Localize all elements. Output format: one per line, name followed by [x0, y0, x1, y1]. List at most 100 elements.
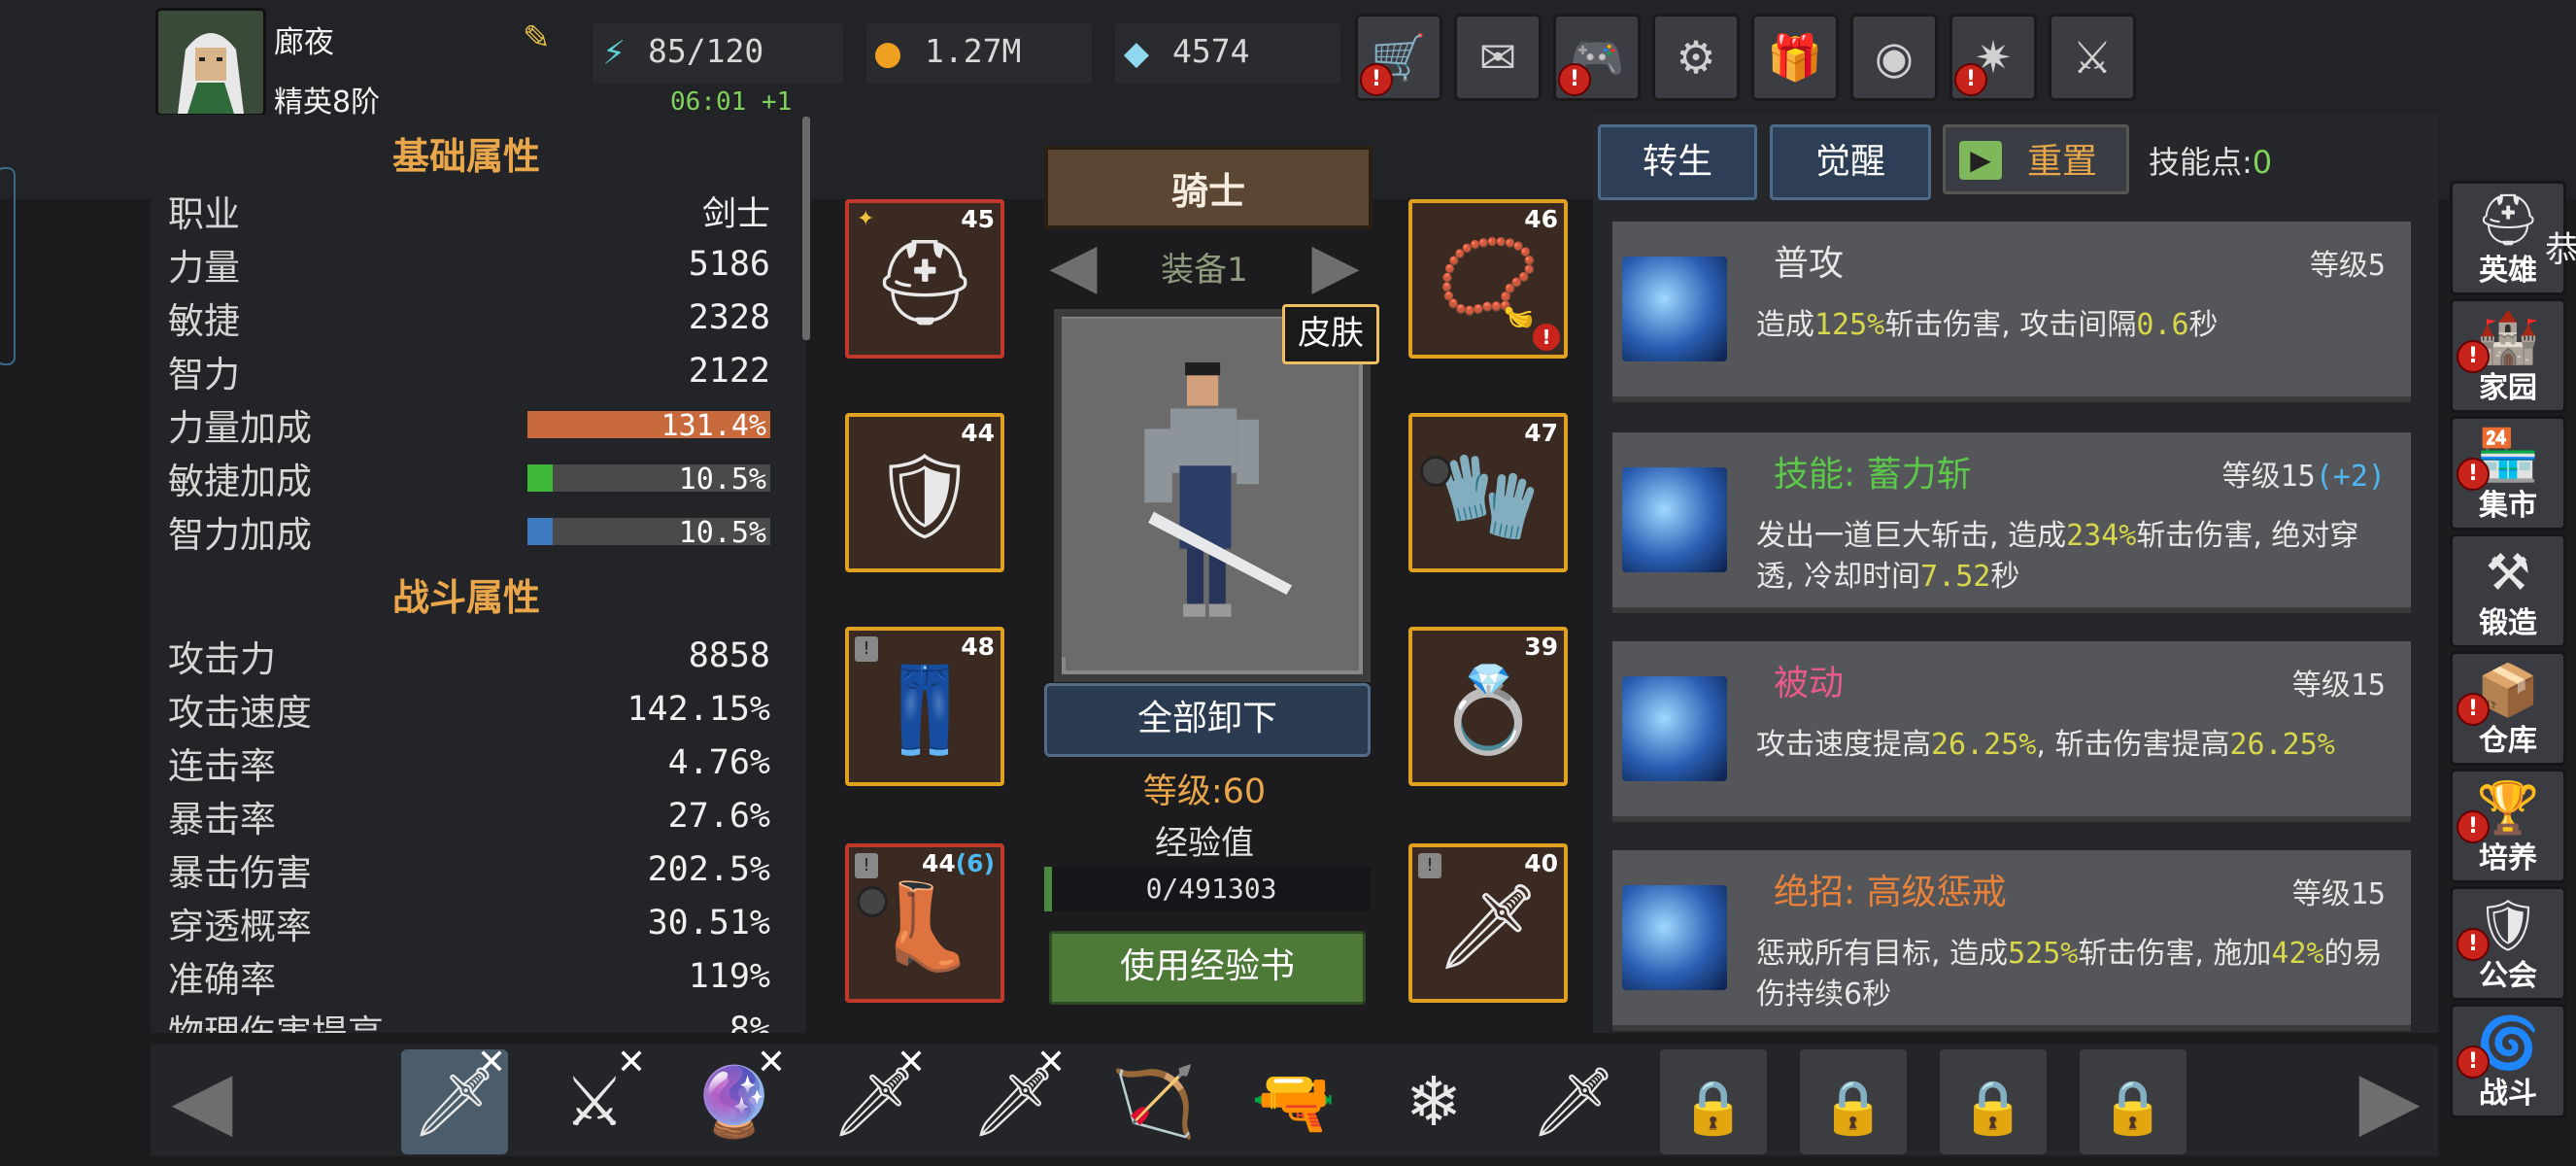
- skill-value: 26.25%: [2229, 728, 2335, 762]
- skill-card[interactable]: 被动 等级15 攻击速度提高26.25%, 斩击伤害提高26.25%: [1612, 641, 2411, 822]
- stat-value: 8%: [729, 1011, 770, 1033]
- skill-icon: [1622, 676, 1727, 781]
- energy-bolt-icon: ⚡: [602, 34, 626, 73]
- attribute-panel[interactable]: 基础属性 战斗属性 职业 剑士 力量 5186 敏捷 2328 智力 2122 力量加成 131.…: [151, 115, 806, 1033]
- roster-hero-mage[interactable]: 🔮 ✕: [681, 1046, 788, 1154]
- attribute-scrollbar[interactable]: [802, 117, 810, 340]
- roster-hero-dark-knight[interactable]: 🗡 ✕: [961, 1046, 1068, 1154]
- equip-slot-sword[interactable]: 🗡 40!: [1408, 843, 1568, 1003]
- equip-slot-ring[interactable]: 💍 39: [1408, 627, 1568, 786]
- roster-hero-assassin[interactable]: 🗡 ✕: [821, 1046, 928, 1154]
- gold-coin-icon: ●: [873, 34, 902, 73]
- equip-slot-helmet[interactable]: ⛑ 45 ✦: [845, 199, 1004, 359]
- roster-hero-ice-sorceress[interactable]: ❄: [1380, 1049, 1487, 1154]
- side-edge-marker: [0, 167, 16, 365]
- mail-button[interactable]: ✉: [1454, 14, 1542, 101]
- equip-level-number: 48: [961, 633, 995, 661]
- stat-row: 敏捷 2328: [168, 292, 770, 344]
- stat-value: 119%: [688, 957, 770, 996]
- stat-label: 力量: [168, 247, 240, 289]
- shop-button[interactable]: 🛒!: [1355, 14, 1442, 101]
- equip-slot-boots[interactable]: 👢 44(6)!: [845, 843, 1004, 1003]
- bonus-bar-fill: [527, 464, 554, 492]
- unequip-all-button[interactable]: 全部卸下: [1044, 683, 1371, 757]
- nav-guild[interactable]: 🛡 公会!: [2450, 886, 2566, 1001]
- equip-slot-gloves[interactable]: 🧤 47: [1408, 413, 1568, 572]
- gift-button[interactable]: 🎁: [1751, 14, 1839, 101]
- equip-slot-armor[interactable]: 🛡 44: [845, 413, 1004, 572]
- rebirth-tab[interactable]: 转生: [1598, 124, 1757, 200]
- roster-hero-locked-4[interactable]: 🔒: [2080, 1049, 2186, 1154]
- player-avatar[interactable]: [155, 8, 266, 117]
- roster-hero-knight[interactable]: 🗡 ✕: [401, 1046, 508, 1154]
- skill-text: 发出一道巨大斩击, 造成: [1756, 519, 2067, 553]
- edit-icon[interactable]: ✎: [523, 19, 559, 56]
- equip-level: 46: [1524, 205, 1558, 233]
- skill-level-text: 等级5: [2309, 249, 2386, 283]
- fireworks-button[interactable]: ✷!: [1949, 14, 2037, 101]
- gem-value: 4574: [1172, 32, 1250, 70]
- remove-hero-icon[interactable]: ✕: [617, 1046, 646, 1080]
- nav-goblet[interactable]: 🏆 培养!: [2450, 769, 2566, 883]
- stat-label: 物理伤害提高: [168, 1004, 384, 1033]
- equip-level-number: 46: [1524, 205, 1558, 233]
- nav-warehouse[interactable]: 📦 仓库!: [2450, 651, 2566, 766]
- socket-ring-icon: [1420, 456, 1451, 487]
- stat-value: 2122: [688, 352, 770, 391]
- roster-hero-locked-1[interactable]: 🔒: [1660, 1049, 1767, 1154]
- stat-label: 智力: [168, 354, 240, 395]
- equip-slot-pants[interactable]: 👖 48!: [845, 627, 1004, 786]
- bonus-bar: 10.5%: [527, 516, 770, 550]
- battle-button[interactable]: ⚔: [2049, 14, 2136, 101]
- roster-hero-valkyrie[interactable]: ⚔ ✕: [541, 1046, 648, 1154]
- stat-value: 142.15%: [627, 690, 770, 729]
- awaken-tab[interactable]: 觉醒: [1770, 124, 1931, 200]
- roster-hero-locked-2[interactable]: 🔒: [1800, 1049, 1907, 1154]
- lock-icon: 🔒: [1680, 1077, 1746, 1138]
- remove-hero-icon[interactable]: ✕: [757, 1046, 786, 1080]
- roster-hero-locked-3[interactable]: 🔒: [1940, 1049, 2047, 1154]
- lucky-wheel-button[interactable]: ◉: [1850, 14, 1938, 101]
- gloves-icon: 🧤: [1436, 448, 1541, 545]
- nav-market[interactable]: 🏪 集市!: [2450, 416, 2566, 531]
- remove-hero-icon[interactable]: ✕: [477, 1046, 506, 1080]
- stat-row: 攻击速度 142.15%: [168, 683, 770, 736]
- stat-row: 智力 2122: [168, 345, 770, 397]
- use-exp-book-button[interactable]: 使用经验书: [1049, 931, 1366, 1005]
- nav-label: 锻造: [2479, 606, 2537, 640]
- alert-icon: !: [2457, 458, 2490, 491]
- stat-value: 2328: [688, 298, 770, 337]
- equip-slot-necklace[interactable]: 📿 46!: [1408, 199, 1568, 359]
- skill-points: 技能点:0: [2149, 138, 2272, 183]
- class-banner: 骑士: [1044, 146, 1373, 229]
- roster-prev-arrow-icon[interactable]: ◀: [153, 1054, 251, 1148]
- skill-card[interactable]: 绝招: 高级惩戒 等级15 惩戒所有目标, 造成525%斩击伤害, 施加42%的易伤…: [1612, 850, 2411, 1031]
- stat-value: 202.5%: [647, 850, 770, 889]
- reset-button[interactable]: ▶ 重置: [1943, 124, 2129, 194]
- roster-hero-rogue[interactable]: 🗡: [1520, 1049, 1627, 1154]
- roster-next-arrow-icon[interactable]: ▶: [2341, 1054, 2438, 1148]
- lock-badge-icon: !: [855, 636, 878, 662]
- remove-hero-icon[interactable]: ✕: [1036, 1046, 1066, 1080]
- skill-card[interactable]: 技能: 蓄力斩 等级15(+2) 发出一道巨大斩击, 造成234%斩击伤害, 绝对穿…: [1612, 432, 2411, 613]
- gamepad-button[interactable]: 🎮!: [1553, 14, 1641, 101]
- nav-portal[interactable]: 🌀 战斗!: [2450, 1004, 2566, 1118]
- nav-castle[interactable]: 🏰 家园!: [2450, 298, 2566, 413]
- prev-set-arrow-icon[interactable]: ◀: [1034, 232, 1112, 300]
- skill-card[interactable]: 普攻 等级5 造成125%斩击伤害, 攻击间隔0.6秒: [1612, 222, 2411, 402]
- roster-hero-archer[interactable]: 🏹: [1101, 1049, 1207, 1154]
- gem-icon: ◆: [1123, 34, 1150, 73]
- equip-level: 39: [1524, 633, 1558, 661]
- remove-hero-icon[interactable]: ✕: [897, 1046, 926, 1080]
- bonus-value: 10.5%: [678, 463, 766, 497]
- roster-hero-gunner[interactable]: 🔫: [1240, 1049, 1347, 1154]
- reset-label: 重置: [2026, 142, 2097, 182]
- stat-label: 暴击率: [168, 799, 276, 840]
- gold-value: 1.27M: [925, 32, 1022, 70]
- next-set-arrow-icon[interactable]: ▶: [1297, 232, 1374, 300]
- skill-description: 攻击速度提高26.25%, 斩击伤害提高26.25%: [1756, 725, 2393, 766]
- nav-anvil[interactable]: ⚒ 锻造: [2450, 533, 2566, 648]
- equip-set-nav: ◀ 装备1 ▶: [1034, 226, 1374, 306]
- settings-button[interactable]: ⚙: [1652, 14, 1740, 101]
- skin-button[interactable]: 皮肤: [1282, 304, 1379, 364]
